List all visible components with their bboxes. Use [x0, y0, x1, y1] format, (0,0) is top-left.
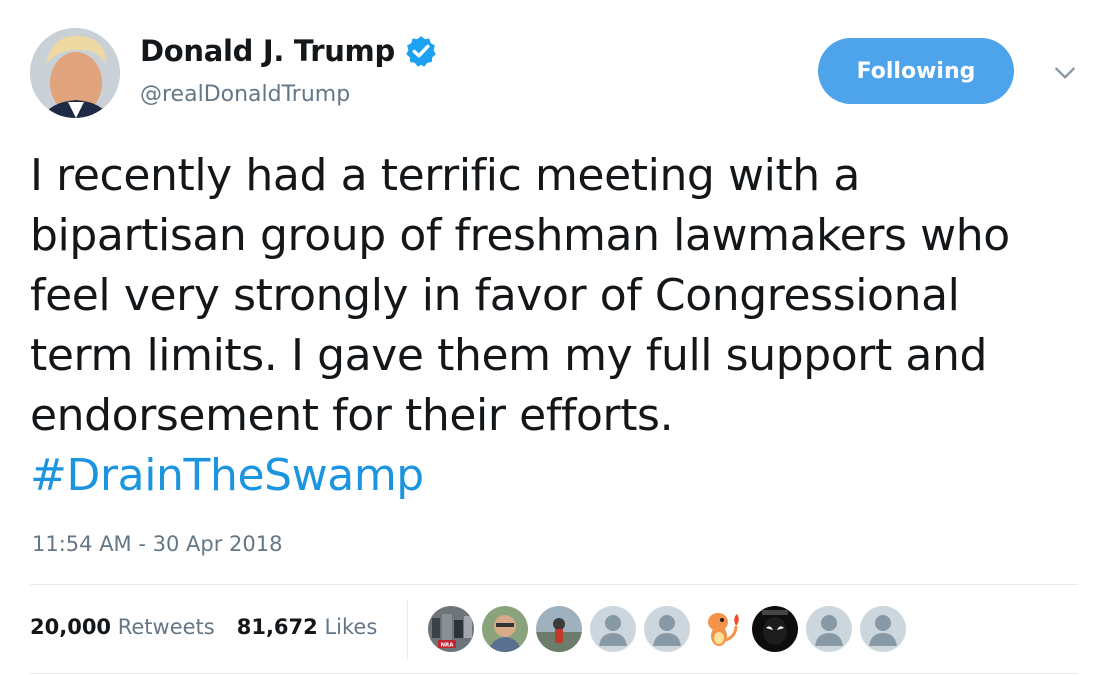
hashtag-link[interactable]: #DrainTheSwamp: [30, 450, 424, 501]
tweet-text-line: bipartisan group of freshman lawmakers w…: [30, 210, 1010, 261]
liker-avatar[interactable]: [536, 606, 582, 652]
display-name[interactable]: Donald J. Trump: [140, 34, 395, 68]
divider: [30, 673, 1078, 674]
profile-avatar[interactable]: [30, 28, 120, 118]
tweet-text-line: term limits. I gave them my full support…: [30, 330, 987, 381]
liker-badge: NRA: [440, 643, 454, 649]
tweet-stats: 20,000 Retweets 81,672 Likes: [30, 615, 377, 639]
liker-avatar[interactable]: [482, 606, 528, 652]
liker-avatar[interactable]: NRA: [428, 606, 474, 652]
default-avatar-icon[interactable]: [806, 606, 852, 652]
retweets-label: Retweets: [117, 615, 215, 639]
chevron-down-icon[interactable]: [1052, 60, 1078, 86]
stats-separator: [407, 600, 408, 660]
charmander-icon[interactable]: [698, 606, 744, 652]
tweet-text-line: endorsement for their efforts.: [30, 390, 674, 441]
tweet-text: I recently had a terrific meeting with a…: [30, 146, 1090, 506]
retweets-stat[interactable]: 20,000 Retweets: [30, 615, 215, 639]
likes-count: 81,672: [236, 615, 318, 639]
tweet-timestamp[interactable]: 11:54 AM - 30 Apr 2018: [32, 532, 282, 556]
likers-avatars: NRA: [428, 606, 906, 652]
tweet-text-line: I recently had a terrific meeting with a: [30, 150, 860, 201]
tweet-text-line: feel very strongly in favor of Congressi…: [30, 270, 960, 321]
likes-stat[interactable]: 81,672 Likes: [237, 615, 378, 639]
verified-badge-icon: [406, 36, 436, 67]
default-avatar-icon[interactable]: [860, 606, 906, 652]
following-button[interactable]: Following: [818, 38, 1014, 104]
user-handle[interactable]: @realDonaldTrump: [140, 82, 350, 107]
retweets-count: 20,000: [30, 615, 112, 639]
default-avatar-icon[interactable]: [590, 606, 636, 652]
default-avatar-icon[interactable]: [644, 606, 690, 652]
liker-avatar[interactable]: [752, 606, 798, 652]
likes-label: Likes: [324, 615, 378, 639]
divider: [30, 584, 1078, 585]
